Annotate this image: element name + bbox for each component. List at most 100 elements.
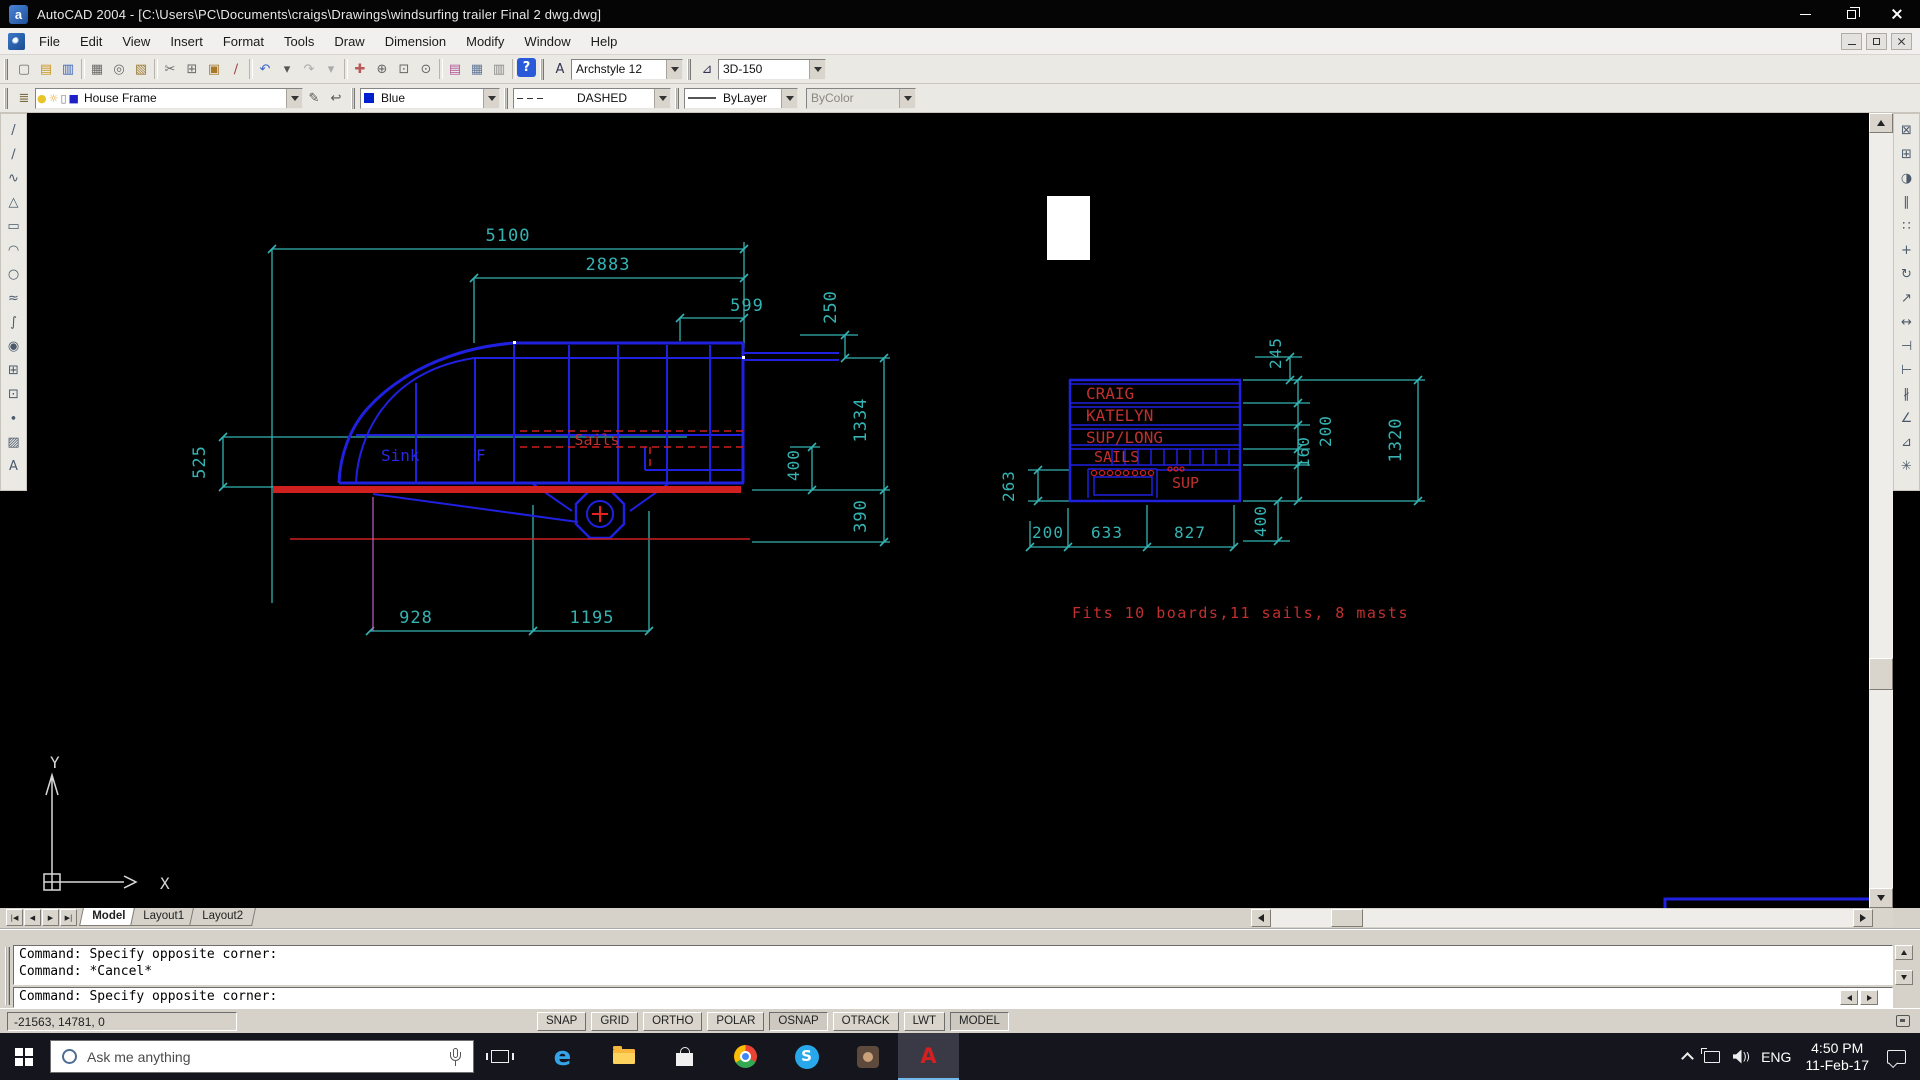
drawing-canvas[interactable]: 5100 2883 599 928 1195 525 250 1334 400 … [0, 113, 1920, 908]
layer-previous-icon[interactable]: ↩ [325, 87, 347, 109]
menu-item[interactable]: Help [581, 30, 628, 53]
status-toggle[interactable]: MODEL [950, 1012, 1009, 1031]
ellipse-icon[interactable]: ◉ [2, 334, 25, 358]
horizontal-scrollbar[interactable] [1271, 909, 1853, 927]
chevron-down-icon[interactable] [809, 60, 825, 79]
command-scroll-up[interactable] [1895, 945, 1913, 960]
dim-style-icon[interactable]: ⊿ [696, 58, 718, 80]
text-style-icon[interactable]: A [549, 58, 571, 80]
layer-combo[interactable]: ●☼▯■ House Frame [35, 88, 303, 109]
menu-item[interactable]: Tools [274, 30, 324, 53]
edge-icon[interactable]: e [532, 1033, 593, 1080]
print-icon[interactable]: ▦ [86, 58, 108, 80]
tool-palettes-icon[interactable]: ▥ [488, 58, 510, 80]
network-icon[interactable] [1704, 1051, 1720, 1063]
restore-button[interactable] [1828, 0, 1874, 28]
toolbar-grip[interactable] [4, 88, 8, 109]
status-toggle[interactable]: GRID [591, 1012, 638, 1031]
dim-style-combo[interactable]: 3D-150 [718, 59, 826, 80]
toolbar-grip[interactable] [675, 88, 679, 109]
chrome-icon[interactable] [715, 1033, 776, 1080]
trim-icon[interactable]: ⊣ [1895, 334, 1918, 358]
undo-icon[interactable]: ↶ [254, 58, 276, 80]
zoom-realtime-icon[interactable]: ⊕ [371, 58, 393, 80]
separator[interactable] [247, 58, 254, 80]
status-toggle[interactable]: OTRACK [833, 1012, 899, 1031]
doc-minimize-button[interactable] [1841, 33, 1862, 50]
vertical-scroll-thumb[interactable] [1869, 658, 1893, 690]
command-scroll-down[interactable] [1895, 970, 1913, 985]
menu-item[interactable]: Window [514, 30, 580, 53]
minimize-button[interactable] [1782, 0, 1828, 28]
layout-tab[interactable]: Layout1 [130, 908, 197, 926]
status-toggle[interactable]: OSNAP [769, 1012, 827, 1031]
menu-item[interactable]: Edit [70, 30, 112, 53]
publish-icon[interactable]: ▧ [130, 58, 152, 80]
zoom-previous-icon[interactable]: ⊙ [415, 58, 437, 80]
move-icon[interactable]: + [1895, 238, 1918, 262]
mirror-icon[interactable]: ◑ [1895, 166, 1918, 190]
redo-dropdown-icon[interactable]: ▾ [320, 58, 342, 80]
linetype-combo[interactable]: DASHED [513, 88, 671, 109]
bulb-on-icon[interactable]: ● [37, 92, 47, 105]
text-icon[interactable]: A [2, 454, 25, 478]
separator[interactable] [510, 58, 517, 80]
separator[interactable] [152, 58, 159, 80]
fillet-icon[interactable]: ⊿ [1895, 430, 1918, 454]
open-icon[interactable]: ▤ [35, 58, 57, 80]
separator[interactable] [342, 58, 349, 80]
zoom-window-icon[interactable]: ⊡ [393, 58, 415, 80]
pan-realtime-icon[interactable]: ✚ [349, 58, 371, 80]
polyline-icon[interactable]: ∿ [2, 166, 25, 190]
separator[interactable] [79, 58, 86, 80]
construction-line-icon[interactable]: ∕ [2, 142, 25, 166]
language-indicator[interactable]: ENG [1761, 1049, 1791, 1065]
task-view-button[interactable] [476, 1033, 524, 1080]
communication-center-icon[interactable] [1896, 1015, 1910, 1027]
scroll-up-button[interactable] [1869, 113, 1893, 133]
vertical-scrollbar[interactable] [1869, 113, 1893, 908]
menu-item[interactable]: Insert [160, 30, 213, 53]
scroll-down-button[interactable] [1869, 888, 1893, 908]
hatch-icon[interactable]: ▨ [2, 430, 25, 454]
rotate-icon[interactable]: ↻ [1895, 262, 1918, 286]
command-window-grip[interactable] [5, 947, 10, 1005]
make-block-icon[interactable]: ⊡ [2, 382, 25, 406]
spline-icon[interactable]: ∫ [2, 310, 25, 334]
chevron-down-icon[interactable] [654, 89, 670, 108]
toolbar-grip[interactable] [504, 88, 508, 109]
lock-icon[interactable]: ▯ [60, 92, 66, 105]
properties-icon[interactable]: ▤ [444, 58, 466, 80]
horizontal-scroll-thumb[interactable] [1331, 909, 1363, 927]
array-icon[interactable]: ∷ [1895, 214, 1918, 238]
start-button[interactable] [0, 1033, 48, 1080]
menu-item[interactable]: Dimension [375, 30, 456, 53]
cut-icon[interactable]: ✂ [159, 58, 181, 80]
prev-tab-button[interactable]: ◀ [24, 909, 41, 926]
arc-icon[interactable]: ◠ [2, 238, 25, 262]
extend-icon[interactable]: ⊢ [1895, 358, 1918, 382]
action-center-icon[interactable] [1887, 1050, 1906, 1064]
scroll-left-button[interactable] [1251, 909, 1271, 927]
microphone-icon[interactable] [449, 1048, 461, 1066]
erase-icon[interactable]: ⊠ [1895, 118, 1918, 142]
layout-tab[interactable]: Layout2 [189, 908, 256, 926]
menu-item[interactable]: File [29, 30, 70, 53]
chevron-down-icon[interactable] [781, 89, 797, 108]
command-scroll-left[interactable] [1840, 990, 1858, 1005]
freeze-sun-icon[interactable]: ☼ [49, 92, 59, 105]
line-icon[interactable]: / [2, 118, 25, 142]
rectangle-icon[interactable]: ▭ [2, 214, 25, 238]
designcenter-icon[interactable]: ▦ [466, 58, 488, 80]
separator[interactable] [437, 58, 444, 80]
new-icon[interactable]: ▢ [13, 58, 35, 80]
command-scroll-right[interactable] [1860, 990, 1878, 1005]
status-toggle[interactable]: SNAP [537, 1012, 586, 1031]
chamfer-icon[interactable]: ∠ [1895, 406, 1918, 430]
polygon-icon[interactable]: △ [2, 190, 25, 214]
status-toggle[interactable]: ORTHO [643, 1012, 702, 1031]
paste-icon[interactable]: ▣ [203, 58, 225, 80]
close-button[interactable] [1874, 0, 1920, 28]
next-tab-button[interactable]: ▶ [42, 909, 59, 926]
break-icon[interactable]: ∦ [1895, 382, 1918, 406]
